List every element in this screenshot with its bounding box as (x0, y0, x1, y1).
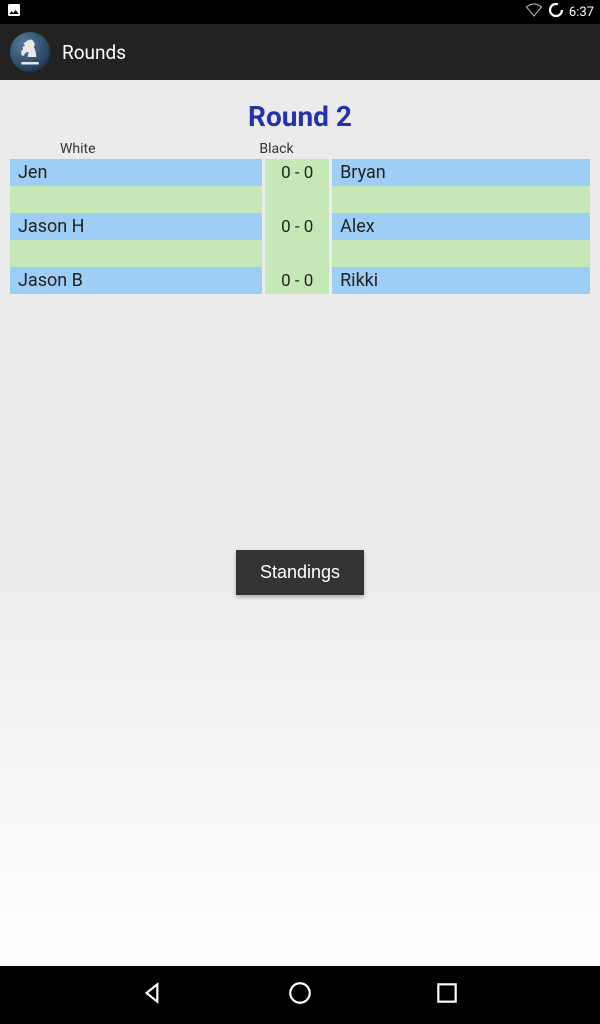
wifi-icon (525, 1, 543, 23)
score-cell: 0 - 0 (265, 159, 329, 186)
back-icon[interactable] (140, 980, 166, 1010)
status-time: 6:37 (569, 5, 594, 20)
pairing-row[interactable]: Jen 0 - 0 Bryan (10, 159, 590, 186)
recent-icon[interactable] (434, 980, 460, 1010)
app-title: Rounds (62, 41, 126, 64)
pairings-list: Jen 0 - 0 Bryan Jason H 0 - 0 Alex Jason… (10, 159, 590, 294)
app-knight-icon (10, 32, 50, 72)
status-bar: 6:37 (0, 0, 600, 24)
white-player: Jason B (10, 267, 262, 294)
standings-button[interactable]: Standings (236, 550, 364, 595)
round-title: Round 2 (0, 80, 600, 139)
black-player: Rikki (332, 267, 590, 294)
score-cell: 0 - 0 (265, 213, 329, 240)
navigation-bar (0, 966, 600, 1024)
pairing-row[interactable]: Jason B 0 - 0 Rikki (10, 267, 590, 294)
picture-icon (6, 2, 22, 22)
content-area: Round 2 White Black Jen 0 - 0 Bryan Jaso… (0, 80, 600, 966)
header-black: Black (259, 141, 329, 157)
black-player: Alex (332, 213, 590, 240)
loading-icon (547, 1, 565, 23)
table-header: White Black (10, 139, 590, 159)
gap-row (10, 240, 590, 267)
white-player: Jen (10, 159, 262, 186)
action-bar: Rounds (0, 24, 600, 80)
home-icon[interactable] (287, 980, 313, 1010)
black-player: Bryan (332, 159, 590, 186)
header-white: White (10, 141, 259, 157)
white-player: Jason H (10, 213, 262, 240)
pairing-row[interactable]: Jason H 0 - 0 Alex (10, 213, 590, 240)
gap-row (10, 186, 590, 213)
score-cell: 0 - 0 (265, 267, 329, 294)
